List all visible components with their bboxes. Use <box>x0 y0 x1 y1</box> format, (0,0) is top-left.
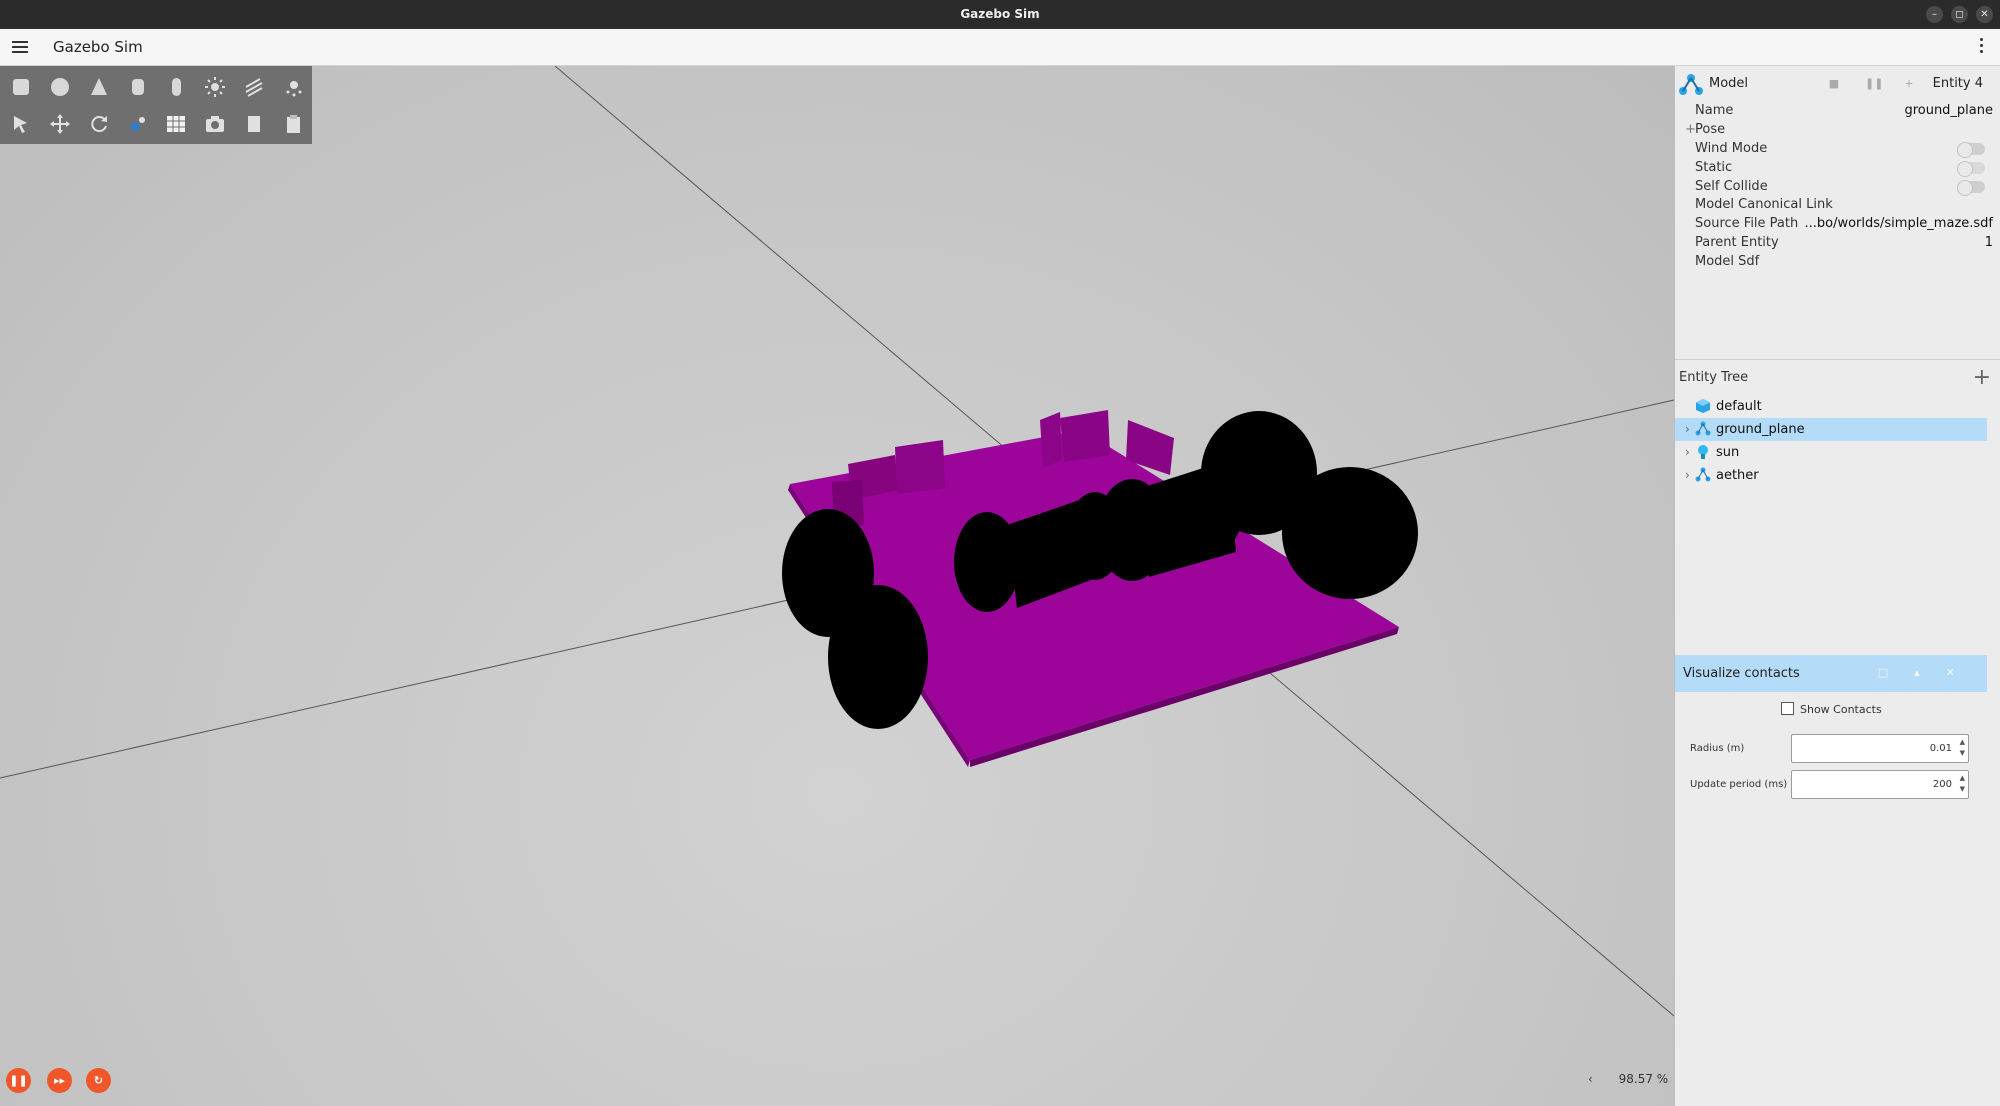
more-options-icon[interactable] <box>1980 38 1984 56</box>
entity-tree-header: Entity Tree + <box>1675 366 2000 391</box>
model-icon <box>1679 74 1703 95</box>
visualize-contacts-header: Visualize contacts □▴✕ <box>1675 655 1987 692</box>
close-button[interactable]: ✕ <box>1976 6 1993 23</box>
grid-icon[interactable] <box>157 107 196 141</box>
prop-canonical-link: Model Canonical Link <box>1695 197 1833 212</box>
component-inspector-header: Model ■ ❚❚ + Entity 4 <box>1675 70 2000 98</box>
prop-model-sdf: Model Sdf <box>1695 254 1760 269</box>
panel-divider[interactable] <box>1675 359 2000 360</box>
real-time-factor: ‹ 98.57 % <box>1588 1072 1668 1086</box>
tree-item-ground-plane[interactable]: › ground_plane <box>1675 418 1987 441</box>
cylinder-icon[interactable] <box>118 70 157 104</box>
entity-id: Entity 4 <box>1932 76 1983 91</box>
3d-viewport[interactable]: ❚❚ ▸▸ ↻ <box>0 66 1674 1106</box>
prop-pose[interactable]: + Pose <box>1675 121 2000 139</box>
radius-input[interactable]: 0.01 ▲ ▼ <box>1791 734 1969 763</box>
cone-icon[interactable] <box>80 70 119 104</box>
expand-arrow-icon[interactable]: › <box>1685 422 1690 436</box>
point-light-icon[interactable] <box>273 70 312 104</box>
tree-item-sun[interactable]: › sun <box>1675 441 1987 464</box>
spin-arrows-icon[interactable]: ▲ ▼ <box>1960 773 1965 795</box>
rotate-icon[interactable] <box>80 107 119 141</box>
radius-field <box>1675 800 1987 830</box>
copy-icon[interactable] <box>235 107 274 141</box>
spin-arrows-icon[interactable]: ▲ ▼ <box>1960 737 1965 759</box>
static-toggle[interactable] <box>1957 161 1985 177</box>
prop-parent-entity: Parent Entity 1 <box>1695 235 1993 250</box>
lock-icon[interactable]: ■ <box>1828 78 1840 90</box>
select-icon[interactable] <box>2 107 41 141</box>
app-title: Gazebo Sim <box>53 38 143 56</box>
sphere-icon[interactable] <box>41 70 80 104</box>
add-entity-icon[interactable]: + <box>1973 366 1991 390</box>
radius-field: Radius (m) 0.01 ▲ ▼ <box>1674 734 1986 764</box>
prop-static: Static <box>1675 159 2000 177</box>
expand-arrow-icon[interactable]: › <box>1685 468 1690 482</box>
show-contacts-checkbox[interactable]: Show Contacts <box>1781 702 1882 716</box>
prop-source-file: Source File Path ...bo/worlds/simple_maz… <box>1695 216 1993 231</box>
rtf-value: 98.57 % <box>1618 1072 1669 1086</box>
update-period-field: Update period (ms) 200 ▲ ▼ <box>1674 770 1986 800</box>
directional-light-icon[interactable] <box>235 70 274 104</box>
expand-arrow-icon[interactable]: › <box>1685 445 1690 459</box>
minimize-button[interactable]: – <box>1926 6 1943 23</box>
model-icon <box>1695 467 1711 482</box>
tree-item-aether[interactable]: › aether <box>1675 464 1987 487</box>
prop-self-collide: Self Collide <box>1675 178 2000 196</box>
self-collide-toggle[interactable] <box>1957 180 1985 196</box>
sun-icon[interactable] <box>196 70 235 104</box>
right-panel: Model ■ ❚❚ + Entity 4 Name ground_plane … <box>1674 66 2000 1106</box>
capsule-icon[interactable] <box>157 70 196 104</box>
collapse-stats-button[interactable]: ‹ <box>1588 1072 1593 1086</box>
window-title: Gazebo Sim <box>960 7 1040 21</box>
window-titlebar: Gazebo Sim – ◻ ✕ <box>0 0 2000 29</box>
update-period-input[interactable]: 200 ▲ ▼ <box>1791 770 1969 799</box>
wind-mode-toggle[interactable] <box>1957 142 1985 158</box>
pin-icon[interactable]: + <box>1903 78 1915 90</box>
shapes-toolbar <box>0 66 312 144</box>
prop-name: Name ground_plane <box>1695 103 1993 118</box>
visualize-contacts-title: Visualize contacts <box>1683 666 1800 681</box>
pause-inspector-icon[interactable]: ❚❚ <box>1865 78 1883 90</box>
visualize-contacts-panel: Visualize contacts □▴✕ Show Contacts <box>1675 655 2000 1106</box>
entity-tree-title: Entity Tree <box>1679 370 1749 385</box>
world-cube-icon <box>1696 399 1710 413</box>
app-header: Gazebo Sim <box>0 29 2000 66</box>
inspector-type-label: Model <box>1709 76 1749 91</box>
prop-wind-mode: Wind Mode <box>1675 140 2000 158</box>
checkbox-box[interactable] <box>1781 702 1794 715</box>
hamburger-menu-icon[interactable] <box>12 38 28 56</box>
step-button[interactable]: ▸▸ <box>47 1068 72 1093</box>
scene-render <box>0 66 1674 1017</box>
snap-icon[interactable] <box>118 107 157 141</box>
box-icon[interactable] <box>2 70 41 104</box>
paste-icon[interactable] <box>273 107 312 141</box>
model-icon <box>1695 421 1711 436</box>
pause-button[interactable]: ❚❚ <box>6 1068 31 1093</box>
screenshot-icon[interactable] <box>196 107 235 141</box>
panel-window-controls[interactable]: □▴✕ <box>1878 666 1981 679</box>
light-bulb-icon <box>1698 445 1708 459</box>
maximize-button[interactable]: ◻ <box>1951 6 1968 23</box>
reset-button[interactable]: ↻ <box>86 1068 111 1093</box>
tree-item-default[interactable]: default <box>1675 395 1987 418</box>
translate-icon[interactable] <box>41 107 80 141</box>
